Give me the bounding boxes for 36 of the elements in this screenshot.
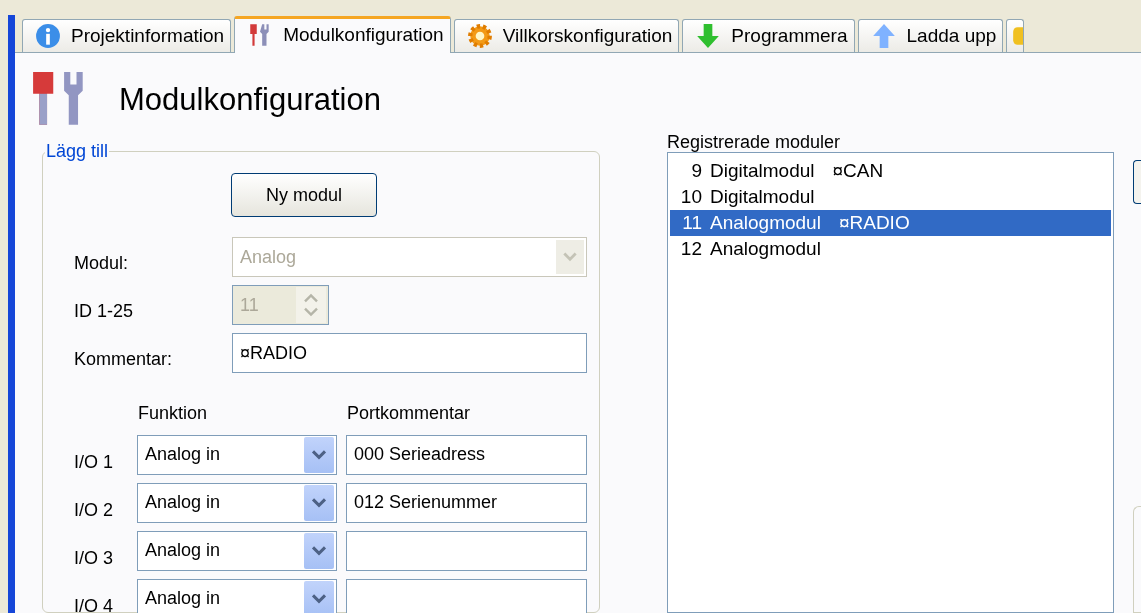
info-icon xyxy=(35,23,61,49)
column-header: Funktion xyxy=(138,403,209,425)
port-comment-field[interactable] xyxy=(346,530,587,571)
tab[interactable]: Modulkonfiguration xyxy=(234,16,451,53)
comment-field[interactable]: ¤RADIO xyxy=(232,333,587,373)
module-list-item[interactable]: 10 Digitalmodul xyxy=(670,184,1111,210)
tab[interactable] xyxy=(1006,19,1025,52)
column-header: Portkommentar xyxy=(347,403,471,425)
function-dropdown[interactable]: Analog in xyxy=(137,434,337,475)
io-label: I/O 1 xyxy=(73,451,114,473)
side-button[interactable] xyxy=(1133,160,1141,204)
tab[interactable]: Programmera xyxy=(682,19,855,52)
tab[interactable]: Projektinformation xyxy=(22,19,232,52)
port-comment-field[interactable] xyxy=(346,578,587,613)
module-list-item[interactable]: 9 Digitalmodul ¤CAN xyxy=(670,158,1111,184)
page-title: Modulkonfiguration xyxy=(119,82,381,118)
port-comment-field[interactable]: 000 Serieadress xyxy=(346,434,587,475)
list-label: Registrerade moduler xyxy=(667,133,842,152)
function-dropdown[interactable]: Analog in xyxy=(137,530,337,571)
port-comment-field[interactable]: 012 Serienummer xyxy=(346,482,587,523)
io-label: I/O 2 xyxy=(73,499,114,521)
io-label: I/O 4 xyxy=(73,595,114,613)
group-legend: Lägg till xyxy=(45,141,110,162)
module-label: Modul: xyxy=(73,251,130,274)
module-list-item[interactable]: 12 Analogmodul xyxy=(670,236,1111,262)
tab[interactable]: Villkorskonfiguration xyxy=(453,19,680,52)
id-label: ID 1-25 xyxy=(73,299,135,322)
function-dropdown[interactable]: Analog in xyxy=(137,578,337,613)
tab[interactable]: Ladda upp xyxy=(857,19,1004,52)
module-list-item[interactable]: 11 Analogmodul ¤RADIO xyxy=(670,210,1111,236)
function-dropdown[interactable]: Analog in xyxy=(137,482,337,523)
new-module-button[interactable]: Ny modul xyxy=(231,173,377,217)
gear-icon xyxy=(466,23,493,49)
io-label: I/O 3 xyxy=(73,547,114,569)
comment-label: Kommentar: xyxy=(73,347,174,370)
spin-arrows-icon xyxy=(296,287,326,323)
